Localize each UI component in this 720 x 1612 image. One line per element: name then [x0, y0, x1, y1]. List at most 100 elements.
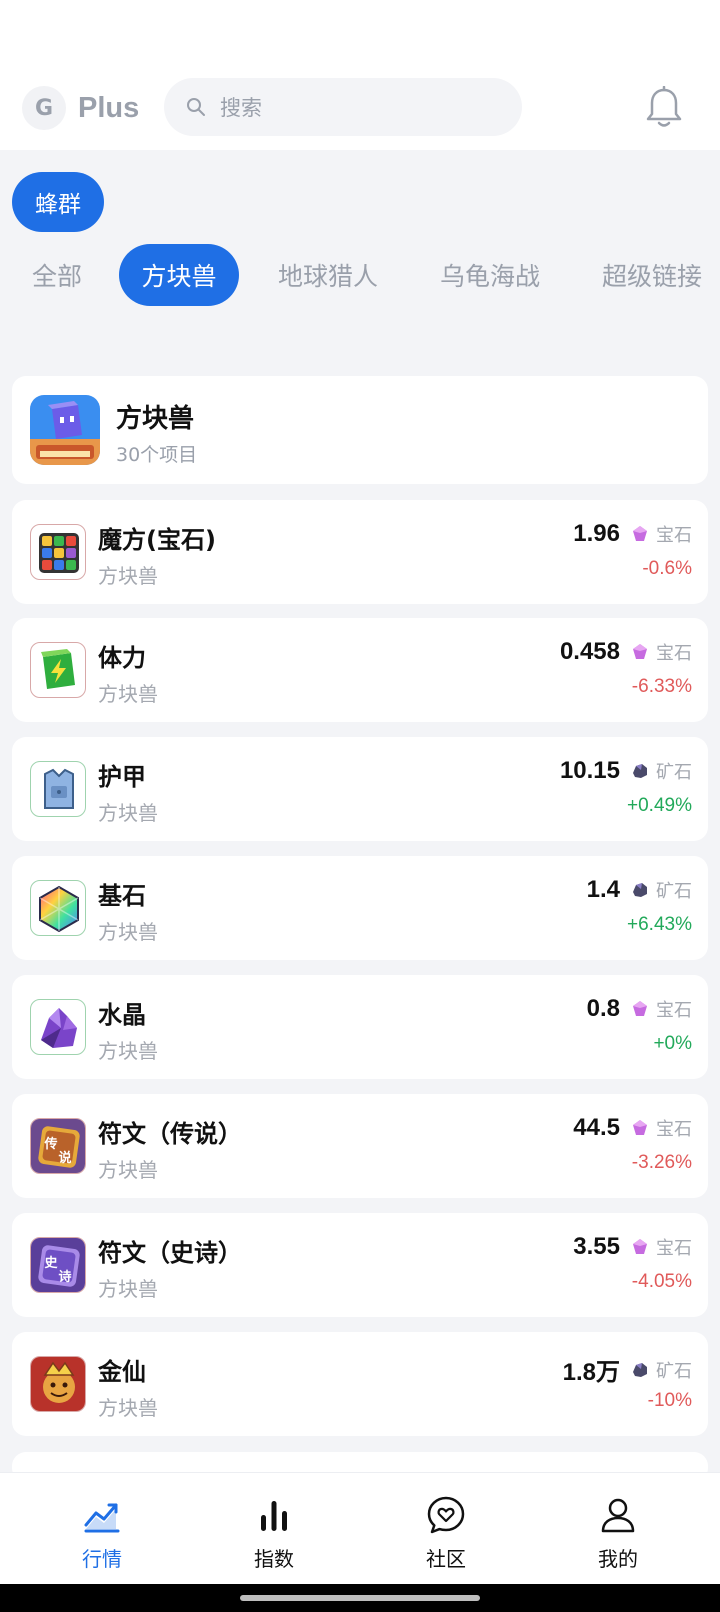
price-row: 1.8万 矿石 [563, 1352, 692, 1387]
system-navigation-bar [0, 1584, 720, 1612]
armor-vest-icon [30, 761, 86, 817]
nav-community[interactable]: 社区 [386, 1473, 506, 1585]
item-game: 方块兽 [98, 1277, 158, 1301]
list-item[interactable]: 传 说 符文（传说） 方块兽 44.5 宝石 -3.26% [12, 1094, 708, 1198]
group-filter-pill[interactable]: 蜂群 [12, 172, 104, 232]
search-placeholder: 搜索 [220, 96, 262, 120]
search-icon [187, 98, 205, 116]
ore-icon [633, 883, 647, 897]
price-change: +0% [653, 1033, 692, 1054]
game-title: 方块兽 [116, 404, 195, 434]
logo-mark: G [22, 86, 66, 130]
golden-immortal-icon [30, 1356, 86, 1412]
tab-earth-hunter[interactable]: 地球猎人 [262, 244, 394, 306]
tab-fangkuaishou[interactable]: 方块兽 [119, 244, 239, 306]
ore-icon [633, 1362, 647, 1377]
item-game: 方块兽 [98, 682, 158, 706]
list-item[interactable]: 护甲 方块兽 10.15 矿石 +0.49% [12, 737, 708, 841]
epic-rune-icon: 史 诗 [30, 1237, 86, 1293]
logo-text: Plus [78, 91, 140, 124]
currency-label: 宝石 [656, 1119, 692, 1140]
rune-badge-char-1: 传 [43, 1136, 57, 1152]
tab-super-link[interactable]: 超级链接 [586, 244, 718, 306]
rainbow-stone-icon [30, 880, 86, 936]
ore-icon [633, 764, 647, 778]
app-logo[interactable]: G Plus [22, 84, 139, 132]
rubiks-cube-icon [30, 524, 86, 580]
item-price: 3.55 [573, 1233, 620, 1260]
rune-badge-char-2: 诗 [58, 1269, 71, 1285]
gem-icon [633, 1001, 647, 1016]
nav-index[interactable]: 指数 [214, 1473, 334, 1585]
gem-icon [633, 1239, 647, 1254]
gem-icon [633, 526, 647, 541]
price-change: -4.05% [631, 1271, 692, 1292]
price-change: -10% [647, 1390, 692, 1411]
item-game: 方块兽 [98, 920, 158, 944]
list-item[interactable]: 魔方(宝石) 方块兽 1.96 宝石 -0.6% [12, 500, 708, 604]
price-row: 10.15 矿石 [560, 757, 692, 785]
list-item[interactable]: 史 诗 符文（史诗） 方块兽 3.55 宝石 -4.05% [12, 1213, 708, 1317]
category-tabs: 全部 方块兽 地球猎人 乌龟海战 超级链接 [0, 244, 720, 306]
energy-battery-icon [30, 642, 86, 698]
currency-label: 矿石 [656, 881, 692, 902]
item-price: 10.15 [559, 757, 620, 784]
tab-all[interactable]: 全部 [14, 244, 100, 306]
price-row: 1.96 宝石 [573, 520, 692, 548]
currency-label: 矿石 [656, 1360, 692, 1382]
list-item[interactable]: 体力 方块兽 0.458 宝石 -6.33% [12, 618, 708, 722]
nav-profile[interactable]: 我的 [558, 1473, 678, 1585]
price-change: -6.33% [631, 676, 692, 697]
game-app-icon [30, 395, 100, 465]
item-game: 方块兽 [98, 1158, 158, 1182]
gem-icon [633, 644, 647, 659]
home-indicator[interactable] [240, 1595, 480, 1601]
currency-label: 宝石 [656, 1238, 692, 1259]
item-name: 基石 [98, 882, 146, 910]
nav-market[interactable]: 行情 [42, 1473, 162, 1585]
list-item[interactable]: 水晶 方块兽 0.8 宝石 +0% [12, 975, 708, 1079]
gem-icon [633, 1120, 647, 1135]
item-name: 金仙 [98, 1358, 146, 1386]
item-price: 1.96 [573, 520, 620, 547]
game-item-count: 30个项目 [116, 444, 198, 466]
community-heart-icon [427, 1496, 465, 1534]
item-name: 护甲 [98, 763, 146, 791]
item-price: 44.5 [573, 1114, 620, 1141]
price-row: 0.458 宝石 [560, 638, 692, 666]
nav-label: 指数 [254, 1547, 294, 1571]
item-price: 0.458 [559, 638, 620, 665]
price-row: 0.8 宝石 [587, 995, 692, 1023]
price-change: +6.43% [627, 914, 692, 935]
profile-icon [601, 1498, 635, 1533]
chart-trend-icon [84, 1503, 120, 1533]
price-change: -0.6% [642, 558, 692, 579]
price-row: 1.4 矿石 [587, 876, 692, 904]
list-item[interactable]: 基石 方块兽 1.4 矿石 +6.43% [12, 856, 708, 960]
currency-label: 矿石 [656, 762, 692, 783]
item-name: 水晶 [98, 1001, 146, 1029]
price-change: -3.26% [631, 1152, 692, 1173]
item-game: 方块兽 [98, 1039, 158, 1063]
nav-label: 行情 [82, 1547, 122, 1571]
game-summary-card[interactable]: 方块兽 30个项目 [12, 376, 708, 484]
item-price: 1.4 [586, 876, 620, 903]
nav-label: 社区 [426, 1547, 466, 1571]
list-item[interactable]: 金仙 方块兽 1.8万 矿石 -10% [12, 1332, 708, 1436]
item-price: 0.8 [586, 995, 620, 1022]
nav-label: 我的 [598, 1547, 638, 1571]
item-name: 魔方(宝石) [98, 526, 216, 554]
price-row: 3.55 宝石 [573, 1233, 692, 1261]
item-name: 体力 [98, 644, 146, 672]
item-game: 方块兽 [98, 801, 158, 825]
price-change: +0.49% [627, 795, 692, 816]
item-name: 符文（史诗） [98, 1239, 242, 1267]
notification-bell-icon[interactable] [644, 86, 684, 130]
price-row: 44.5 宝石 [573, 1114, 692, 1142]
item-name: 符文（传说） [98, 1120, 242, 1148]
search-input[interactable]: 搜索 [164, 78, 522, 136]
tab-turtle-battle[interactable]: 乌龟海战 [424, 244, 556, 306]
rune-badge-char-2: 说 [58, 1150, 71, 1166]
legend-rune-icon: 传 说 [30, 1118, 86, 1174]
app-header: G Plus 搜索 [0, 0, 720, 150]
